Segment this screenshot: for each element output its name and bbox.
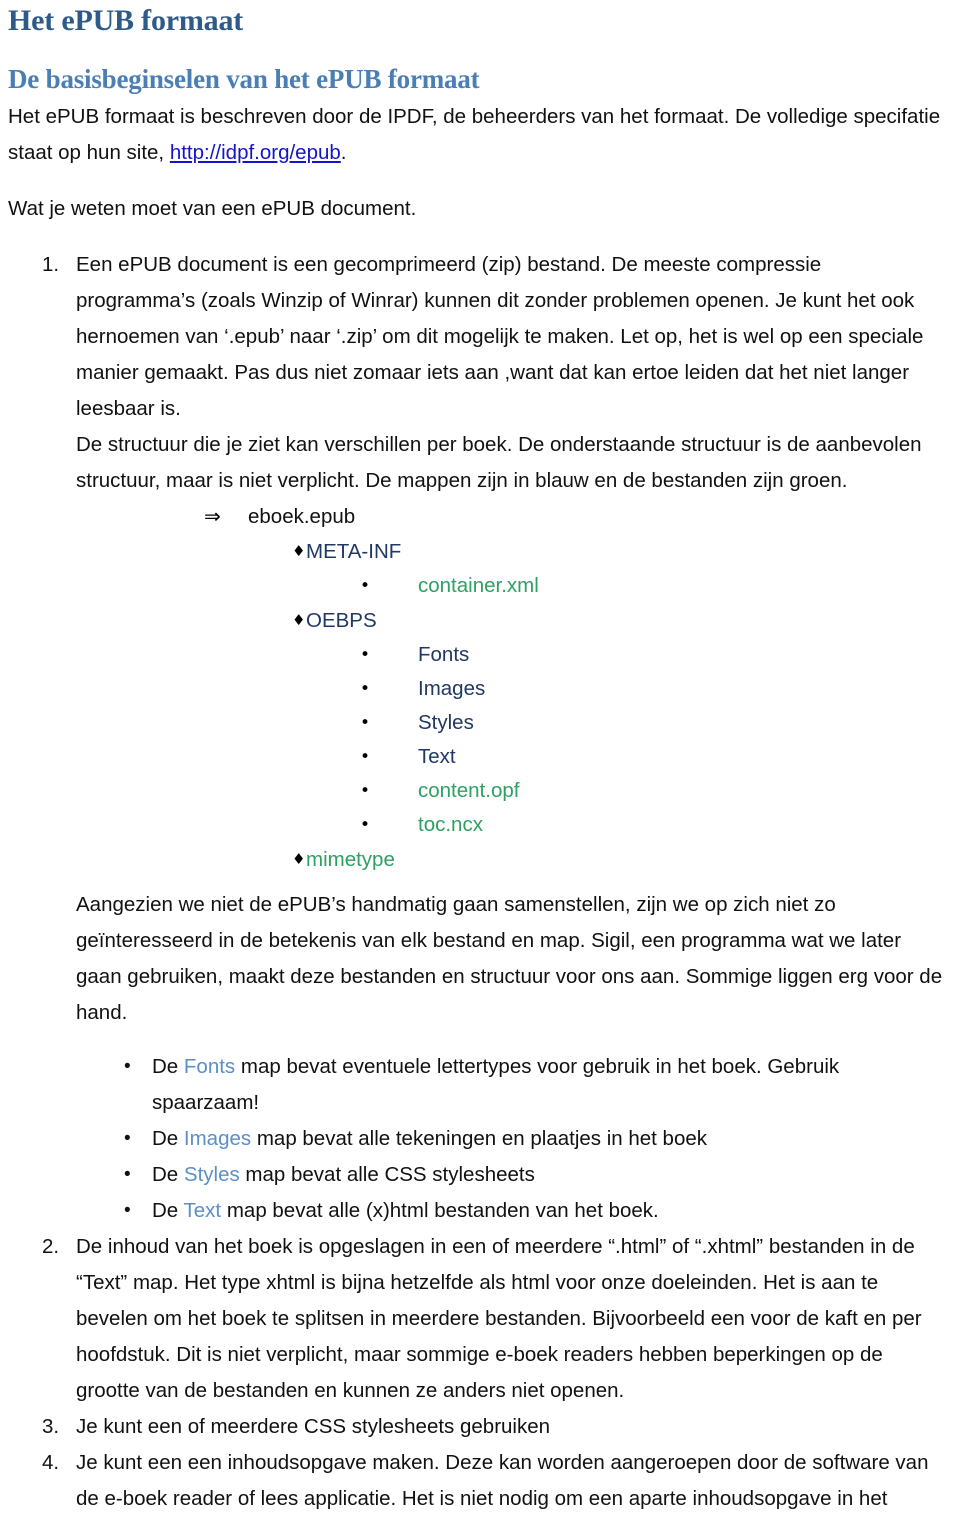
tree-label: OEBPS xyxy=(306,609,377,632)
list-item-1: Een ePUB document is een gecomprimeerd (… xyxy=(0,247,960,1229)
list-item-3: Je kunt een of meerdere CSS stylesheets … xyxy=(42,1409,551,1445)
bullet-suffix: map bevat alle tekeningen en plaatjes in… xyxy=(251,1127,708,1150)
arrow-marker-icon: ⇒ xyxy=(204,504,221,528)
tree-label: Images xyxy=(418,677,486,700)
tree-label: eboek.epub xyxy=(248,505,356,528)
item1-text2: De structuur die je ziet kan verschillen… xyxy=(76,433,922,492)
disc-marker-icon: • xyxy=(360,713,371,733)
bullet-suffix: map bevat alle (x)html bestanden van het… xyxy=(221,1199,659,1222)
tree-label: toc.ncx xyxy=(418,813,483,836)
disc-marker-icon: • xyxy=(360,576,371,596)
tree-label: Text xyxy=(418,745,456,768)
tree-item-styles: • Styles xyxy=(76,706,946,740)
disc-marker-icon: • xyxy=(360,781,371,801)
diamond-marker-icon: ♦ xyxy=(292,611,306,629)
bullet-prefix: De xyxy=(152,1127,184,1150)
tree-item-fonts: • Fonts xyxy=(76,638,946,672)
tree-item-container-xml: • container.xml xyxy=(76,569,946,603)
bullet-folder-name: Fonts xyxy=(183,1055,236,1078)
bullet-prefix: De xyxy=(152,1055,184,1078)
bullet-prefix: De xyxy=(152,1199,184,1222)
tree-label: content.opf xyxy=(418,779,520,802)
tree-item-oebps: ♦OEBPS xyxy=(76,603,946,638)
intro-text-before-link: Het ePUB formaat is beschreven door de I… xyxy=(8,105,941,164)
disc-marker-icon: • xyxy=(360,679,371,699)
disc-marker-icon: • xyxy=(360,747,371,767)
lead-line: Wat je weten moet van een ePUB document. xyxy=(8,197,417,220)
folder-description-list: De Fonts map bevat eventuele lettertypes… xyxy=(76,1049,946,1229)
diamond-marker-icon: ♦ xyxy=(292,850,306,868)
tree-item-mimetype: ♦mimetype xyxy=(76,842,946,877)
tree-item-meta-inf: ♦META-INF xyxy=(76,534,946,569)
list-item-2: De inhoud van het boek is opgeslagen in … xyxy=(42,1229,922,1402)
tree-label: mimetype xyxy=(306,848,395,871)
tree-item-images: • Images xyxy=(76,672,946,706)
list-item: De Text map bevat alle (x)html bestanden… xyxy=(76,1193,946,1229)
intro-paragraph: Het ePUB formaat is beschreven door de I… xyxy=(0,93,960,171)
epub-structure-tree: ⇒ eboek.epub ♦META-INF • container.xml ♦OE… xyxy=(76,499,946,877)
bullet-folder-name: Text xyxy=(183,1199,222,1222)
bullet-folder-name: Images xyxy=(183,1127,252,1150)
idpf-epub-link[interactable]: http://idpf.org/epub xyxy=(170,141,341,164)
page-title: Het ePUB formaat xyxy=(8,4,244,37)
section-subtitle: De basisbeginselen van het ePUB formaat xyxy=(8,64,480,94)
bullet-suffix: map bevat eventuele lettertypes voor geb… xyxy=(152,1055,840,1114)
list-item-4: Je kunt een een inhoudsopgave maken. Dez… xyxy=(42,1445,929,1510)
item1-text: Een ePUB document is een gecomprimeerd (… xyxy=(76,253,924,420)
document-page: Het ePUB formaat De basisbeginselen van … xyxy=(0,0,960,1517)
tree-label: META-INF xyxy=(306,540,402,563)
intro-text-after-link: . xyxy=(340,141,347,164)
list-item: De Fonts map bevat eventuele lettertypes… xyxy=(76,1049,946,1121)
bullet-folder-name: Styles xyxy=(183,1163,240,1186)
main-numbered-list: Een ePUB document is een gecomprimeerd (… xyxy=(0,247,960,1517)
bullet-suffix: map bevat alle CSS stylesheets xyxy=(239,1163,535,1186)
tree-label: Fonts xyxy=(418,643,470,666)
paragraph-after-tree: Aangezien we niet de ePUB’s handmatig ga… xyxy=(76,893,943,1024)
tree-item-eboek-epub: ⇒ eboek.epub xyxy=(76,499,946,534)
tree-item-toc-ncx: • toc.ncx xyxy=(76,808,946,842)
tree-item-content-opf: • content.opf xyxy=(76,774,946,808)
tree-item-text: • Text xyxy=(76,740,946,774)
diamond-marker-icon: ♦ xyxy=(292,542,306,560)
disc-marker-icon: • xyxy=(360,815,371,835)
list-item: De Styles map bevat alle CSS stylesheets xyxy=(76,1157,946,1193)
bullet-prefix: De xyxy=(152,1163,184,1186)
tree-label: container.xml xyxy=(418,574,539,597)
list-item: De Images map bevat alle tekeningen en p… xyxy=(76,1121,946,1157)
disc-marker-icon: • xyxy=(360,645,371,665)
tree-label: Styles xyxy=(418,711,474,734)
